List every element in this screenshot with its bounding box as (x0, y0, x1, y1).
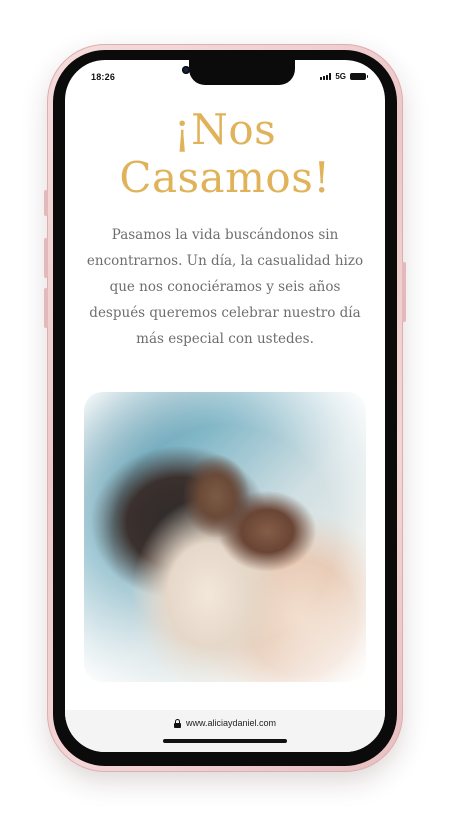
battery-icon (350, 73, 368, 80)
phone-screen: 18:26 5G ¡Nos Casamos! Pasamos la vida b… (65, 60, 385, 752)
notch (189, 60, 295, 85)
title-line-2: Casamos! (119, 153, 331, 202)
status-time: 18:26 (91, 72, 116, 82)
network-label: 5G (335, 72, 346, 81)
power-button (402, 262, 406, 322)
couple-photo (84, 392, 366, 682)
browser-bottom-bar: www.aliciaydaniel.com (65, 710, 385, 752)
home-indicator[interactable] (163, 739, 287, 743)
page-title: ¡Nos Casamos! (65, 106, 385, 202)
lock-icon (173, 718, 181, 728)
status-indicators: 5G (320, 72, 368, 81)
page-stage: 18:26 5G ¡Nos Casamos! Pasamos la vida b… (0, 0, 460, 820)
signal-icon (320, 73, 332, 80)
volume-down-button (44, 288, 48, 328)
volume-up-button (44, 238, 48, 278)
title-line-1: ¡Nos (173, 105, 277, 154)
url-text[interactable]: www.aliciaydaniel.com (186, 718, 276, 728)
url-bar[interactable]: www.aliciaydaniel.com (65, 718, 385, 728)
intro-paragraph: Pasamos la vida buscándonos sin encontra… (86, 227, 364, 347)
front-camera-icon (182, 66, 190, 74)
mute-switch (44, 190, 48, 216)
